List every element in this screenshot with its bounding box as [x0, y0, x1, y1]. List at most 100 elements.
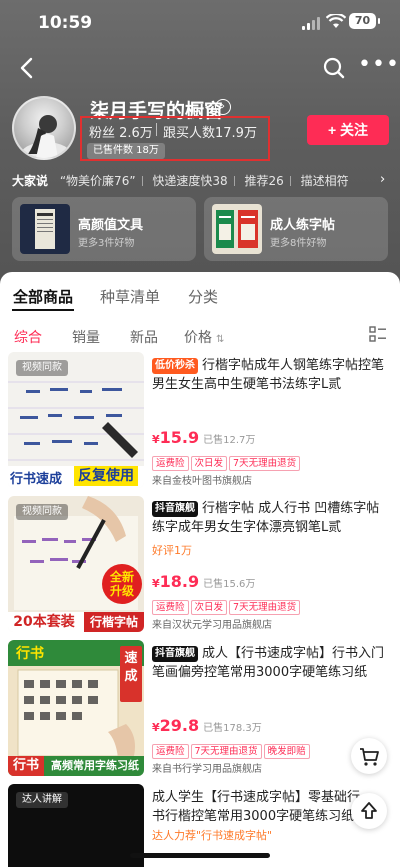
sold-count: 已售12.7万: [203, 435, 256, 446]
follow-button[interactable]: + 关注: [307, 115, 389, 145]
service-tag: 7天无理由退货: [229, 456, 301, 471]
status-bar: 10:59 70: [0, 0, 400, 46]
review-chip: “物美价廉76”: [59, 174, 136, 188]
flagship-badge: 抖音旗舰: [152, 501, 198, 517]
service-tags: 运费险 7天无理由退货 晚发即赔: [152, 739, 312, 759]
tab-all-products[interactable]: 全部商品: [13, 286, 73, 307]
price-value: 29.8: [159, 716, 200, 735]
video-same-style-tag: 视频同款: [16, 360, 68, 376]
flash-sale-badge: 低价秒杀: [152, 358, 198, 374]
active-tab-indicator: [12, 309, 74, 311]
review-divider: [289, 176, 291, 186]
signal-icon: [302, 16, 322, 30]
service-tag: 晚发即赔: [263, 744, 310, 759]
price-row: ¥15.9 已售12.7万: [152, 428, 255, 447]
price-currency: ¥: [152, 433, 160, 446]
review-chip: 描述相符: [300, 174, 349, 188]
search-icon[interactable]: [321, 55, 347, 81]
tab-recommendation-list[interactable]: 种草清单: [100, 286, 160, 307]
reviews-heading: 大家说: [12, 174, 49, 188]
service-tag: 运费险: [152, 456, 189, 471]
product-image[interactable]: 达人讲解: [8, 784, 144, 867]
back-icon[interactable]: [14, 55, 40, 81]
cart-button[interactable]: [351, 738, 387, 774]
service-tag: 7天无理由退货: [229, 600, 301, 615]
price-row: ¥29.8 已售178.3万: [152, 716, 262, 735]
collection-card[interactable]: 成人练字帖 更多8件好物: [204, 197, 388, 261]
tab-category[interactable]: 分类: [188, 286, 218, 307]
sort-sales[interactable]: 销量: [72, 327, 100, 347]
sort-arrows-icon: ⇅: [216, 334, 225, 345]
sold-count: 已售178.3万: [203, 723, 262, 734]
store-name[interactable]: 来自汉状元学习用品旗舰店: [152, 616, 272, 631]
product-title[interactable]: 成人学生【行书速成字帖】零基础行书行楷控笔常用3000字硬笔练习纸: [152, 788, 362, 826]
review-chip: 推荐26: [244, 174, 284, 188]
fans-count: 粉丝 2.6万: [89, 126, 153, 141]
cart-icon: [360, 748, 379, 766]
reviews-bar[interactable]: 大家说 “物美价廉76” 快递速度快38 推荐26 描述相符: [12, 172, 382, 190]
image-caption-right: 高频常用字练习纸: [51, 759, 139, 772]
sort-price-label: 价格: [184, 330, 212, 346]
home-indicator[interactable]: [130, 853, 270, 858]
price-currency: ¥: [152, 721, 160, 734]
collection-title: 高颜值文具: [78, 218, 144, 233]
service-tag: 运费险: [152, 600, 189, 615]
service-tag: 次日发: [190, 456, 228, 471]
collection-thumbnail: [20, 204, 70, 254]
sold-count: 已售15.6万: [203, 579, 256, 590]
review-divider: [233, 176, 235, 186]
sort-comprehensive[interactable]: 综合: [14, 327, 42, 347]
product-title[interactable]: 抖音旗舰 行楷字帖 成人行书 凹槽练字帖练字成年男女生字体漂亮钢笔L贰: [152, 499, 392, 537]
service-tag: 次日发: [190, 600, 228, 615]
buyers-count: 跟买人数17.9万: [163, 126, 257, 141]
video-same-style-tag: 视频同款: [16, 504, 68, 520]
expert-recommend-line: 达人力荐"行书速成字帖": [152, 829, 273, 842]
image-burst-label: 速成: [124, 651, 138, 684]
store-name[interactable]: 来自书行学习用品旗舰店: [152, 760, 262, 775]
collection-subtitle: 更多8件好物: [270, 238, 327, 249]
flagship-badge: 抖音旗舰: [152, 646, 198, 662]
service-tag: 运费险: [152, 744, 189, 759]
reviews-chevron-icon[interactable]: ›: [380, 172, 385, 187]
avatar[interactable]: [12, 96, 76, 160]
sold-count-badge: 已售件数 18万: [87, 143, 165, 159]
image-caption-right: 行楷字帖: [84, 612, 144, 632]
store-name[interactable]: 来自金枝叶图书旗舰店: [152, 472, 252, 487]
image-caption-left: 行书: [8, 756, 44, 776]
price-value: 18.9: [159, 572, 200, 591]
arrow-up-icon: [361, 802, 377, 819]
image-caption-left: 20本套装: [8, 612, 80, 632]
product-image[interactable]: 视频同款 全新升级 20本套装 行楷字帖: [8, 496, 144, 632]
more-icon[interactable]: •••: [358, 54, 399, 81]
service-tag: 7天无理由退货: [190, 744, 262, 759]
sort-price[interactable]: 价格 ⇅: [184, 327, 224, 347]
service-tags: 运费险 次日发 7天无理由退货: [152, 451, 302, 471]
review-count: 好评1万: [152, 544, 192, 557]
product-image[interactable]: 视频同款 行书速成 反复使用: [8, 352, 144, 488]
image-caption-right: 反复使用: [74, 466, 138, 486]
battery-icon: 70: [349, 13, 380, 29]
expert-explain-tag: 达人讲解: [16, 792, 68, 808]
shop-info-icon[interactable]: ›: [215, 99, 231, 115]
collection-title: 成人练字帖: [270, 218, 336, 233]
price-value: 15.9: [159, 428, 200, 447]
back-to-top-button[interactable]: [351, 793, 387, 829]
product-title[interactable]: 低价秒杀 行楷字帖成年人钢笔练字帖控笔男生女生高中生硬笔书法练字L贰: [152, 356, 392, 394]
product-title[interactable]: 抖音旗舰 成人【行书速成字帖】行书入门笔画偏旁控笔常用3000字硬笔练习纸: [152, 644, 392, 682]
collection-thumbnail: [212, 204, 262, 254]
stats-divider: [156, 123, 157, 136]
review-divider: [141, 176, 143, 186]
wifi-icon: [326, 14, 346, 28]
layout-toggle-icon[interactable]: [369, 326, 387, 342]
image-burst-label: 全新升级: [109, 570, 134, 598]
price-row: ¥18.9 已售15.6万: [152, 572, 255, 591]
image-caption-left: 行书速成: [10, 472, 63, 487]
image-top-label: 行书: [16, 646, 44, 662]
collection-subtitle: 更多3件好物: [78, 238, 135, 249]
sort-new[interactable]: 新品: [130, 327, 158, 347]
price-currency: ¥: [152, 577, 160, 590]
review-chip: 快递速度快38: [152, 174, 228, 188]
collection-card[interactable]: 高颜值文具 更多3件好物: [12, 197, 196, 261]
product-image[interactable]: 行书 速成 行书 高频常用字练习纸: [8, 640, 144, 776]
service-tags: 运费险 次日发 7天无理由退货: [152, 595, 302, 615]
